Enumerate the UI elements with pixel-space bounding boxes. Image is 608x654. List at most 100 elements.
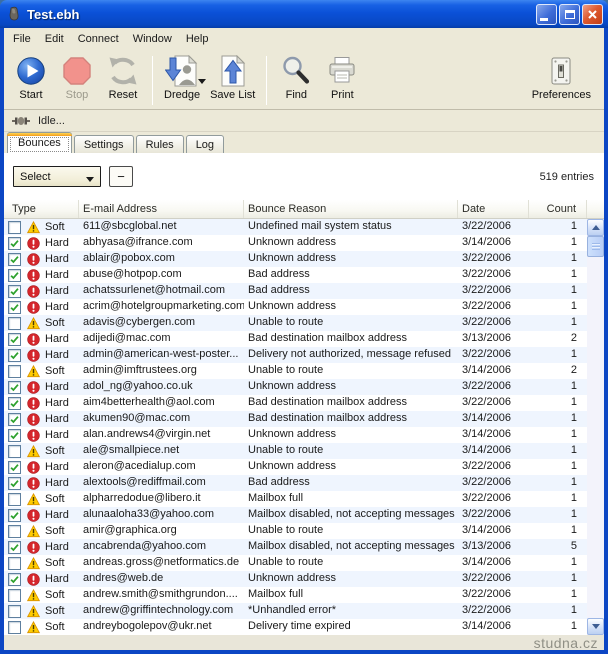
email-cell: ancabrenda@yahoo.com — [79, 539, 244, 555]
menu-file[interactable]: File — [6, 30, 38, 48]
remove-button[interactable]: − — [109, 166, 133, 187]
count-cell: 1 — [529, 475, 587, 491]
row-checkbox[interactable] — [8, 445, 21, 458]
table-row[interactable]: Softandreybogolepov@ukr.netDelivery time… — [4, 619, 587, 635]
maximize-button[interactable] — [559, 4, 580, 25]
window-title: Test.ebh — [27, 7, 534, 22]
save-list-button[interactable]: Save List — [205, 52, 260, 109]
row-checkbox[interactable] — [8, 237, 21, 250]
table-row[interactable]: Hardacrim@hotelgroupmarketing.comUnknown… — [4, 299, 587, 315]
table-row[interactable]: Hardaim4betterhealth@aol.comBad destinat… — [4, 395, 587, 411]
row-checkbox[interactable] — [8, 269, 21, 282]
count-cell: 1 — [529, 459, 587, 475]
table-row[interactable]: Hardablair@pobox.comUnknown address3/22/… — [4, 251, 587, 267]
row-checkbox[interactable] — [8, 301, 21, 314]
table-row[interactable]: Hardadijedi@mac.comBad destination mailb… — [4, 331, 587, 347]
print-button[interactable]: Print — [319, 52, 365, 109]
row-checkbox[interactable] — [8, 541, 21, 554]
select-dropdown[interactable]: Select — [13, 166, 101, 187]
row-checkbox[interactable] — [8, 589, 21, 602]
table-row[interactable]: Hardalan.andrews4@virgin.netUnknown addr… — [4, 427, 587, 443]
row-checkbox[interactable] — [8, 221, 21, 234]
column-header-filler — [587, 200, 604, 218]
tab-rules[interactable]: Rules — [136, 135, 184, 153]
bounce-type-label: Soft — [45, 316, 65, 331]
menu-edit[interactable]: Edit — [38, 30, 71, 48]
row-checkbox[interactable] — [8, 573, 21, 586]
table-row[interactable]: Hardancabrenda@yahoo.comMailbox disabled… — [4, 539, 587, 555]
type-cell: Hard — [4, 427, 79, 443]
bounce-type-label: Soft — [45, 556, 65, 571]
tab-settings[interactable]: Settings — [74, 135, 134, 153]
table-row[interactable]: Hardakumen90@mac.comBad destination mail… — [4, 411, 587, 427]
row-checkbox[interactable] — [8, 365, 21, 378]
date-cell: 3/22/2006 — [458, 379, 529, 395]
reason-cell: Bad address — [244, 475, 458, 491]
table-row[interactable]: Hardabuse@hotpop.comBad address3/22/2006… — [4, 267, 587, 283]
preferences-button[interactable]: Preferences — [527, 52, 596, 109]
scroll-down-button[interactable] — [587, 618, 604, 635]
table-row[interactable]: Softamir@graphica.orgUnable to route3/14… — [4, 523, 587, 539]
table-row[interactable]: Softandrew@griffintechnology.com*Unhandl… — [4, 603, 587, 619]
row-checkbox[interactable] — [8, 557, 21, 570]
table-row[interactable]: Hardalunaaloha33@yahoo.comMailbox disabl… — [4, 507, 587, 523]
close-button[interactable] — [582, 4, 603, 25]
table-row[interactable]: Softandreas.gross@netformatics.deUnable … — [4, 555, 587, 571]
reason-cell: Unable to route — [244, 315, 458, 331]
table-row[interactable]: Softandrew.smith@smithgrundon....Mailbox… — [4, 587, 587, 603]
table-row[interactable]: Hardaleron@acedialup.comUnknown address3… — [4, 459, 587, 475]
table-row[interactable]: Hardandres@web.deUnknown address3/22/200… — [4, 571, 587, 587]
column-header-type[interactable]: Type — [4, 200, 79, 218]
stop-button[interactable]: Stop — [54, 52, 100, 109]
minimize-button[interactable] — [536, 4, 557, 25]
column-header-reason[interactable]: Bounce Reason — [244, 200, 458, 218]
scroll-up-button[interactable] — [587, 219, 604, 236]
play-circle-icon — [15, 55, 47, 87]
vertical-scrollbar[interactable] — [587, 219, 604, 635]
dredge-button[interactable]: Dredge — [159, 52, 205, 109]
column-header-date[interactable]: Date — [458, 200, 529, 218]
menu-help[interactable]: Help — [179, 30, 216, 48]
table-row[interactable]: Hardabhyasa@ifrance.comUnknown address3/… — [4, 235, 587, 251]
table-row[interactable]: Softadavis@cybergen.comUnable to route3/… — [4, 315, 587, 331]
dredge-dropdown-icon[interactable] — [198, 79, 206, 84]
start-button[interactable]: Start — [8, 52, 54, 109]
row-checkbox[interactable] — [8, 605, 21, 618]
hard-bounce-icon — [27, 461, 40, 474]
table-row[interactable]: Hardachatssurlenet@hotmail.comBad addres… — [4, 283, 587, 299]
row-checkbox[interactable] — [8, 285, 21, 298]
row-checkbox[interactable] — [8, 333, 21, 346]
table-row[interactable]: Softale@smallpiece.netUnable to route3/1… — [4, 443, 587, 459]
menu-window[interactable]: Window — [126, 30, 179, 48]
row-checkbox[interactable] — [8, 349, 21, 362]
table-header: Type E-mail Address Bounce Reason Date C… — [4, 200, 604, 219]
column-header-count[interactable]: Count — [529, 200, 587, 218]
tab-bounces[interactable]: Bounces — [7, 132, 72, 153]
table-row[interactable]: Softadmin@imftrustees.orgUnable to route… — [4, 363, 587, 379]
row-checkbox[interactable] — [8, 397, 21, 410]
row-checkbox[interactable] — [8, 317, 21, 330]
find-button[interactable]: Find — [273, 52, 319, 109]
hard-bounce-icon — [27, 381, 40, 394]
row-checkbox[interactable] — [8, 477, 21, 490]
reset-button[interactable]: Reset — [100, 52, 146, 109]
row-checkbox[interactable] — [8, 461, 21, 474]
tab-log[interactable]: Log — [186, 135, 224, 153]
row-checkbox[interactable] — [8, 413, 21, 426]
reason-cell: Bad destination mailbox address — [244, 331, 458, 347]
row-checkbox[interactable] — [8, 509, 21, 522]
row-checkbox[interactable] — [8, 253, 21, 266]
row-checkbox[interactable] — [8, 381, 21, 394]
scrollbar-thumb[interactable] — [587, 236, 604, 257]
table-row[interactable]: Soft611@sbcglobal.netUndefined mail syst… — [4, 219, 587, 235]
table-row[interactable]: Softalpharredodue@libero.itMailbox full3… — [4, 491, 587, 507]
column-header-email[interactable]: E-mail Address — [79, 200, 244, 218]
menu-connect[interactable]: Connect — [71, 30, 126, 48]
row-checkbox[interactable] — [8, 525, 21, 538]
row-checkbox[interactable] — [8, 493, 21, 506]
table-row[interactable]: Hardadmin@american-west-poster...Deliver… — [4, 347, 587, 363]
table-row[interactable]: Hardadol_ng@yahoo.co.ukUnknown address3/… — [4, 379, 587, 395]
row-checkbox[interactable] — [8, 429, 21, 442]
row-checkbox[interactable] — [8, 621, 21, 634]
table-row[interactable]: Hardalextools@rediffmail.comBad address3… — [4, 475, 587, 491]
